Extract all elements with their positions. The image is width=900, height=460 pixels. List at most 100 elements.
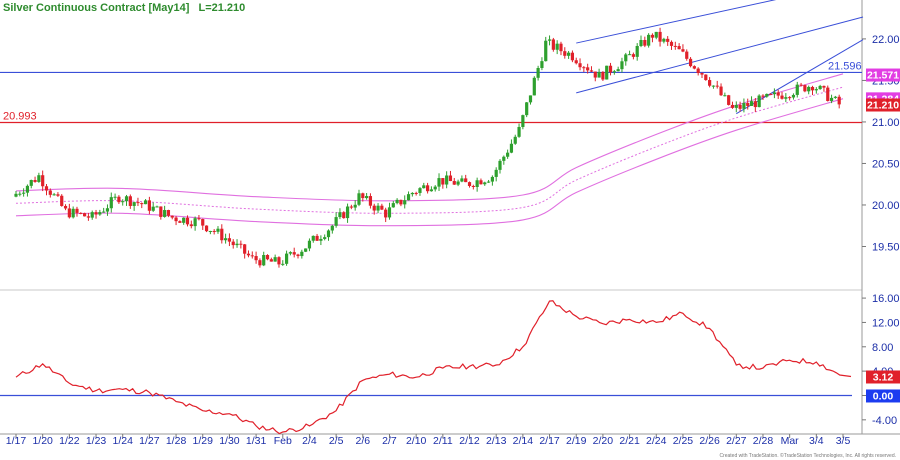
candle-body: [437, 178, 441, 187]
x-tick-label: 1/17: [6, 435, 27, 447]
candle-body: [677, 46, 681, 50]
candle-body: [323, 237, 327, 239]
x-tick-label: 1/20: [32, 435, 53, 447]
x-tick-label: 2/5: [329, 435, 344, 447]
x-tick-label: 1/29: [193, 435, 214, 447]
x-tick-label: 2/4: [302, 435, 317, 447]
candle-body: [159, 206, 163, 217]
candle-body: [185, 217, 190, 225]
price-y-tick-label: 22.000: [872, 34, 900, 46]
candle-body: [608, 65, 613, 73]
x-tick-label: 1/22: [59, 435, 80, 447]
candle-body: [711, 85, 716, 87]
candle-body: [391, 203, 395, 208]
x-tick-label: 2/6: [356, 435, 371, 447]
candle-body: [784, 97, 788, 99]
candle-body: [620, 61, 624, 70]
candle-body: [86, 216, 91, 218]
x-tick-label: 2/11: [433, 435, 453, 447]
candle-body: [235, 243, 239, 246]
osc-y-tick-label: 8.00: [872, 342, 893, 354]
candle-body: [829, 97, 834, 101]
candle-body: [761, 95, 765, 97]
candle-body: [635, 45, 639, 57]
candle-body: [250, 255, 254, 257]
zero-badge-label: 0.00: [873, 390, 894, 402]
candle-body: [833, 96, 837, 98]
price-badge-label: 21.210: [867, 100, 899, 112]
horizontal-line-label: 21.596: [828, 60, 862, 72]
candle-body: [433, 186, 437, 190]
candle-body: [601, 71, 605, 80]
candle-body: [48, 190, 52, 195]
candle-body: [532, 77, 536, 96]
candle-body: [345, 206, 350, 219]
candle-body: [117, 196, 121, 203]
candle-body: [452, 181, 456, 185]
candle-body: [231, 241, 235, 246]
chart-title: Silver Continuous Contract [May14]: [3, 2, 190, 14]
candle-body: [483, 182, 487, 185]
osc-y-tick-label: 12.00: [872, 317, 900, 329]
candle-body: [723, 95, 727, 97]
channel-line: [576, 16, 864, 94]
candle-body: [422, 185, 426, 189]
x-tick-label: 2/27: [726, 435, 747, 447]
candle-body: [304, 248, 308, 252]
candle-body: [105, 208, 110, 212]
candle-body: [650, 34, 655, 38]
last-price-label: L=21.210: [198, 2, 246, 14]
candle-body: [494, 169, 498, 177]
candle-body: [239, 243, 243, 245]
x-tick-label: 2/24: [646, 435, 667, 447]
candle-body: [25, 185, 30, 193]
candle-body: [738, 104, 742, 109]
candle-body: [67, 208, 71, 218]
price-badge-label: 21.571: [867, 70, 899, 82]
candle-body: [521, 115, 525, 127]
x-tick-label: 1/31: [246, 435, 267, 447]
candle-body: [109, 197, 113, 209]
candle-body: [189, 224, 193, 227]
candle-body: [647, 34, 651, 46]
candle-body: [551, 39, 555, 50]
candle-body: [799, 84, 803, 86]
candle-body: [90, 212, 94, 218]
candle-body: [319, 238, 323, 241]
chart-stage: 21.59620.993 22.00021.50021.00020.50020.…: [0, 0, 900, 460]
candle-body: [151, 206, 155, 211]
candle-body: [448, 175, 453, 182]
candle-body: [486, 181, 491, 183]
candle-body: [681, 49, 685, 52]
candle-body: [338, 212, 342, 218]
candle-body: [342, 212, 346, 219]
candle-body: [246, 253, 251, 256]
candle-body: [544, 40, 548, 62]
candle-body: [464, 178, 468, 183]
candle-body: [719, 86, 723, 96]
candle-body: [490, 176, 494, 182]
x-tick-label: 3/5: [836, 435, 851, 447]
x-tick-label: 2/25: [673, 435, 694, 447]
candle-body: [788, 97, 792, 99]
candle-body: [525, 102, 529, 116]
candle-body: [22, 192, 26, 194]
candle-body: [578, 63, 582, 68]
candle-body: [300, 251, 304, 257]
candle-body: [776, 92, 780, 96]
candle-body: [704, 74, 708, 81]
candle-body: [380, 205, 384, 210]
candle-body: [502, 156, 506, 161]
candle-body: [254, 256, 258, 261]
candle-body: [384, 209, 388, 218]
x-tick-label: 1/28: [166, 435, 187, 447]
candle-body: [791, 94, 796, 98]
candle-body: [536, 68, 540, 78]
candle-body: [822, 85, 826, 88]
x-tick-label: 2/12: [459, 435, 480, 447]
candle-body: [292, 252, 296, 255]
candle-body: [441, 178, 445, 185]
oscillator-layer: [0, 300, 852, 435]
candle-body: [612, 71, 616, 73]
candle-body: [288, 252, 292, 254]
